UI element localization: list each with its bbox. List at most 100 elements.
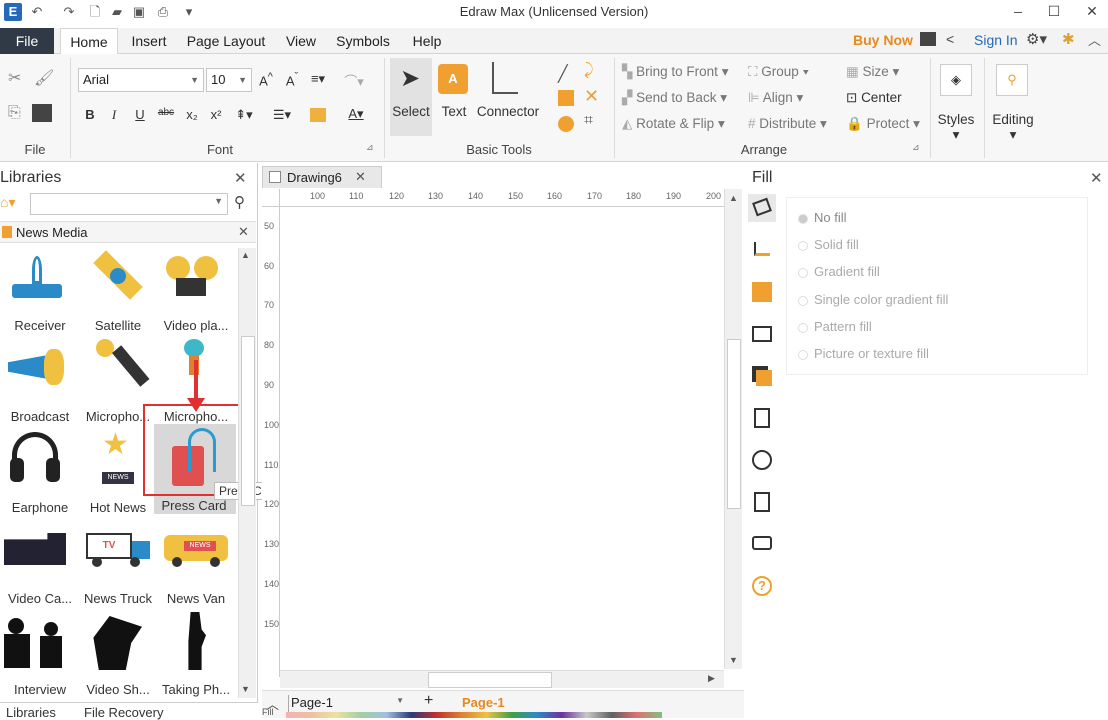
puzzle-icon[interactable]: ✱ bbox=[1062, 30, 1075, 48]
close-window-button[interactable]: ✕ bbox=[1072, 0, 1108, 24]
subscript-icon[interactable]: x₂ bbox=[182, 107, 202, 122]
font-family-select[interactable]: Arial ▼ bbox=[78, 68, 204, 92]
distribute-button[interactable]: # Distribute ▾ bbox=[748, 116, 827, 132]
scroll-right-icon[interactable]: ▶ bbox=[708, 673, 715, 684]
font-dialog-launcher-icon[interactable]: ⊿ bbox=[366, 142, 374, 153]
shape-taking-photo[interactable]: Taking Ph... bbox=[156, 612, 236, 702]
text-tool-icon[interactable]: A bbox=[438, 64, 468, 94]
library-scrollbar[interactable]: ▲ ▼ bbox=[238, 248, 256, 698]
shape-video-player[interactable]: Video pla... bbox=[156, 248, 236, 338]
arrange-dialog-launcher-icon[interactable]: ⊿ bbox=[912, 142, 920, 153]
copy-icon[interactable]: ⎘ bbox=[8, 104, 21, 122]
font-color-icon[interactable]: A▾ bbox=[346, 106, 366, 122]
fill-option-solid-fill[interactable]: Solid fill bbox=[798, 237, 859, 252]
paste-icon[interactable] bbox=[32, 104, 52, 122]
align-text-icon[interactable]: ≡▾ bbox=[308, 71, 328, 87]
underline-icon[interactable]: U bbox=[130, 107, 150, 122]
styles-button[interactable]: Styles ▾ bbox=[932, 112, 980, 143]
new-icon[interactable]: 🗋 bbox=[86, 3, 104, 21]
select-tool-button[interactable]: ➤ Select bbox=[390, 58, 432, 136]
protect-button[interactable]: 🔒 Protect ▾ bbox=[846, 116, 920, 132]
minimize-button[interactable]: – bbox=[998, 0, 1038, 24]
shadow-icon[interactable] bbox=[748, 278, 776, 306]
drawing-canvas[interactable] bbox=[280, 207, 724, 677]
shape-earphone[interactable]: Earphone bbox=[0, 430, 80, 520]
shape-broadcast[interactable]: Broadcast bbox=[0, 339, 80, 429]
scroll-up-icon[interactable]: ▲ bbox=[729, 193, 738, 203]
quick-access-menu-icon[interactable]: ▾ bbox=[180, 3, 198, 21]
page-edit-icon[interactable] bbox=[748, 488, 776, 516]
tab-insert[interactable]: Insert bbox=[124, 28, 174, 55]
tab-home[interactable]: Home bbox=[60, 28, 118, 55]
comment-icon[interactable] bbox=[748, 530, 776, 558]
shape-video-camera[interactable]: Video Ca... bbox=[0, 521, 80, 611]
font-size-select[interactable]: 10 ▼ bbox=[206, 68, 252, 92]
editing-button[interactable]: Editing ▾ bbox=[986, 112, 1040, 143]
globe-icon[interactable] bbox=[748, 446, 776, 474]
shape-news-truck[interactable]: TV News Truck bbox=[78, 521, 158, 611]
rotate-flip-button[interactable]: ◭ Rotate & Flip ▾ bbox=[622, 116, 725, 132]
document-properties-icon[interactable] bbox=[748, 404, 776, 432]
scroll-down-icon[interactable]: ▼ bbox=[729, 655, 738, 665]
color-palette[interactable]: Fill bbox=[262, 707, 662, 718]
shape-video-shooting[interactable]: Video Sh... bbox=[78, 612, 158, 702]
connector-icon[interactable] bbox=[492, 62, 518, 94]
help-icon[interactable]: ? bbox=[748, 572, 776, 600]
scrollbar-thumb[interactable] bbox=[241, 336, 255, 506]
undo-icon[interactable]: ↶ bbox=[28, 3, 46, 21]
document-tab[interactable]: Drawing6 ✕ bbox=[262, 166, 382, 188]
fill-icon[interactable] bbox=[748, 194, 776, 222]
line-spacing-icon[interactable]: ⌒▾ bbox=[344, 71, 364, 90]
search-icon[interactable]: ⚲ bbox=[996, 64, 1028, 96]
strikethrough-icon[interactable]: abc bbox=[156, 107, 176, 118]
scroll-up-icon[interactable]: ▲ bbox=[241, 250, 250, 260]
settings-gear-icon[interactable]: ⚙▾ bbox=[1026, 30, 1047, 48]
increase-font-icon[interactable]: A^ bbox=[256, 71, 276, 88]
close-category-icon[interactable]: ✕ bbox=[238, 224, 249, 240]
format-painter-icon[interactable]: 🖌 bbox=[34, 68, 54, 88]
share-icon[interactable]: < bbox=[946, 31, 954, 47]
curve-icon[interactable]: ⤸ bbox=[584, 62, 594, 80]
category-bar[interactable]: News Media ✕ bbox=[0, 221, 256, 243]
fill-option-single-color-gradient[interactable]: Single color gradient fill bbox=[798, 292, 948, 307]
bullet-list-icon[interactable]: ☰▾ bbox=[272, 107, 292, 123]
bold-icon[interactable]: B bbox=[80, 107, 100, 122]
text-tool-label[interactable]: Text bbox=[436, 104, 472, 119]
sign-in-link[interactable]: Sign In bbox=[974, 32, 1018, 48]
layer-icon[interactable] bbox=[748, 362, 776, 390]
tab-help[interactable]: Help bbox=[404, 28, 450, 55]
buy-now-link[interactable]: Buy Now bbox=[853, 32, 913, 48]
fill-option-no-fill[interactable]: No fill bbox=[798, 210, 847, 225]
decrease-font-icon[interactable]: Aˇ bbox=[282, 71, 302, 88]
maximize-button[interactable]: ☐ bbox=[1034, 0, 1074, 24]
close-tab-icon[interactable]: ✕ bbox=[355, 169, 366, 185]
cut-icon[interactable]: ✂ bbox=[8, 68, 21, 88]
tab-symbols[interactable]: Symbols bbox=[334, 28, 392, 55]
connector-label[interactable]: Connector bbox=[476, 104, 540, 119]
line-icon[interactable]: ╱ bbox=[558, 64, 568, 84]
fill-option-picture-texture[interactable]: Picture or texture fill bbox=[798, 346, 929, 361]
file-menu[interactable]: File bbox=[0, 28, 54, 54]
fill-option-pattern-fill[interactable]: Pattern fill bbox=[798, 319, 872, 334]
line-style-icon[interactable] bbox=[748, 236, 776, 264]
italic-icon[interactable]: I bbox=[104, 107, 124, 123]
superscript-icon[interactable]: x² bbox=[206, 107, 226, 122]
collapse-ribbon-icon[interactable]: ︿ bbox=[1088, 30, 1101, 49]
canvas-vertical-scrollbar[interactable]: ▲ ▼ bbox=[724, 189, 742, 669]
highlight-color-icon[interactable] bbox=[310, 108, 326, 122]
align-button[interactable]: ⊫ Align ▾ bbox=[748, 90, 803, 106]
open-icon[interactable]: ▰ bbox=[108, 3, 126, 21]
bring-to-front-button[interactable]: ▚ Bring to Front ▾ bbox=[622, 64, 728, 80]
page-tab[interactable]: Page-1 bbox=[462, 695, 505, 710]
scroll-down-icon[interactable]: ▼ bbox=[241, 684, 250, 694]
crop-icon[interactable]: ⌗ bbox=[584, 112, 593, 130]
shape-satellite[interactable]: Satellite bbox=[78, 248, 158, 338]
styles-icon[interactable]: ◈ bbox=[940, 64, 972, 96]
add-page-icon[interactable]: + bbox=[424, 692, 433, 710]
shape-receiver[interactable]: Receiver bbox=[0, 248, 80, 338]
save-icon[interactable]: ▣ bbox=[130, 3, 148, 21]
group-button[interactable]: ⛶ Group ▾ bbox=[748, 64, 809, 80]
close-fill-panel-icon[interactable]: ✕ bbox=[1090, 169, 1103, 187]
rectangle-icon[interactable] bbox=[558, 90, 574, 106]
size-button[interactable]: ▦ Size ▾ bbox=[846, 64, 899, 80]
